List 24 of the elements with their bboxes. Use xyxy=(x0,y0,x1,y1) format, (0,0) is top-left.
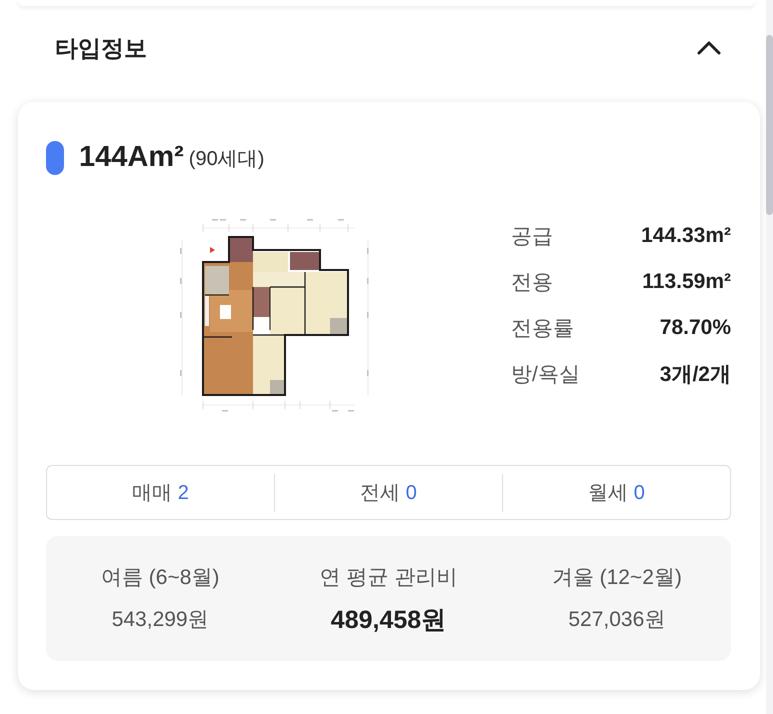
fee-value: 543,299원 xyxy=(112,607,209,633)
spec-label: 방/욕실 xyxy=(511,362,580,388)
fee-value: 527,036원 xyxy=(568,607,666,633)
listing-count-tab[interactable]: 매매 2 xyxy=(47,466,274,519)
household-count: (90세대) xyxy=(188,147,264,172)
average-fee-value: 489,458원 xyxy=(330,605,446,636)
spec-value: 78.70% xyxy=(660,316,731,340)
section-title: 타입정보 xyxy=(55,34,147,63)
spec-label: 전용률 xyxy=(511,316,574,342)
fee-label: 연 평균 관리비 xyxy=(320,565,458,591)
spec-value: 3개/2개 xyxy=(660,362,731,388)
fee-label: 겨울 (12~2월) xyxy=(552,565,682,591)
marker-icon xyxy=(46,140,64,174)
type-name: 144Am² xyxy=(79,140,184,175)
listing-count-tab[interactable]: 월세 0 xyxy=(503,466,730,519)
scrollbar-thumb[interactable] xyxy=(766,35,773,215)
fee-label: 여름 (6~8월) xyxy=(100,565,220,591)
scrollbar-track[interactable] xyxy=(766,0,773,714)
spec-label: 전용 xyxy=(511,270,553,296)
chevron-up-icon[interactable] xyxy=(697,41,721,55)
spec-label: 공급 xyxy=(511,224,553,250)
listing-count-tab[interactable]: 전세 0 xyxy=(275,466,502,519)
spec-value: 144.33m² xyxy=(641,224,731,248)
spec-value: 113.59m² xyxy=(642,270,731,294)
